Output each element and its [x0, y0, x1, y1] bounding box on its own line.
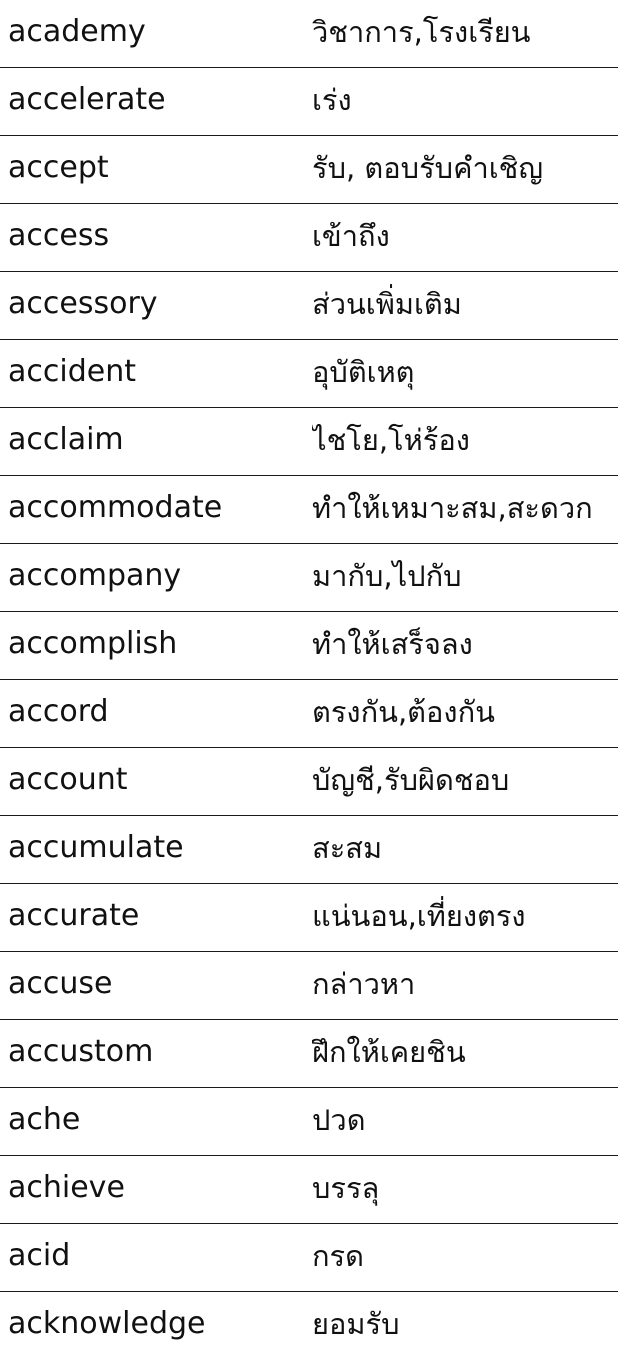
english-word: academy — [8, 14, 146, 49]
english-word: accident — [8, 354, 136, 389]
thai-meaning: ยอมรับ — [312, 1307, 400, 1341]
thai-meaning: กรด — [312, 1239, 364, 1273]
table-row: acid กรด — [0, 1224, 618, 1292]
thai-meaning: ทำให้เหมาะสม,สะดวก — [312, 491, 593, 525]
thai-meaning: รับ, ตอบรับคำเชิญ — [312, 151, 544, 185]
english-word: accord — [8, 694, 109, 729]
thai-meaning: อุบัติเหตุ — [312, 355, 415, 389]
english-word: account — [8, 762, 128, 797]
english-word: acclaim — [8, 422, 124, 457]
table-row: accomplish ทำให้เสร็จลง — [0, 612, 618, 680]
table-row: accumulate สะสม — [0, 816, 618, 884]
thai-meaning: บรรลุ — [312, 1171, 380, 1205]
english-word: accessory — [8, 286, 158, 321]
table-row: accustom ฝึกให้เคยชิน — [0, 1020, 618, 1088]
thai-meaning: ทำให้เสร็จลง — [312, 627, 473, 661]
thai-meaning: ฝึกให้เคยชิน — [312, 1035, 466, 1069]
english-word: accumulate — [8, 830, 184, 865]
thai-meaning: บัญชี,รับผิดชอบ — [312, 763, 510, 797]
table-row: accompany มากับ,ไปกับ — [0, 544, 618, 612]
table-row: achieve บรรลุ — [0, 1156, 618, 1224]
thai-meaning: กล่าวหา — [312, 967, 416, 1001]
thai-meaning: ไชโย,โห่ร้อง — [312, 423, 470, 457]
table-row: academy วิชาการ,โรงเรียน — [0, 0, 618, 68]
english-word: accommodate — [8, 490, 223, 525]
english-word: accomplish — [8, 626, 178, 661]
english-word: accurate — [8, 898, 140, 933]
thai-meaning: มากับ,ไปกับ — [312, 559, 462, 593]
english-word: accelerate — [8, 82, 166, 117]
table-row: accord ตรงกัน,ต้องกัน — [0, 680, 618, 748]
english-word: access — [8, 218, 110, 253]
english-word: accompany — [8, 558, 182, 593]
english-word: acid — [8, 1238, 71, 1273]
english-word: ache — [8, 1102, 81, 1137]
table-row: accident อุบัติเหตุ — [0, 340, 618, 408]
english-word: accuse — [8, 966, 113, 1001]
thai-meaning: ตรงกัน,ต้องกัน — [312, 695, 495, 729]
thai-meaning: สะสม — [312, 831, 383, 865]
table-row: accommodate ทำให้เหมาะสม,สะดวก — [0, 476, 618, 544]
thai-meaning: เร่ง — [312, 83, 352, 117]
thai-meaning: แน่นอน,เที่ยงตรง — [312, 899, 526, 933]
table-row: acknowledge ยอมรับ — [0, 1292, 618, 1360]
table-row: accurate แน่นอน,เที่ยงตรง — [0, 884, 618, 952]
thai-meaning: ปวด — [312, 1103, 366, 1137]
table-row: accelerate เร่ง — [0, 68, 618, 136]
table-row: access เข้าถึง — [0, 204, 618, 272]
table-row: accuse กล่าวหา — [0, 952, 618, 1020]
thai-meaning: เข้าถึง — [312, 219, 390, 253]
thai-meaning: วิชาการ,โรงเรียน — [312, 15, 531, 49]
table-row: accept รับ, ตอบรับคำเชิญ — [0, 136, 618, 204]
english-word: accept — [8, 150, 109, 185]
table-row: ache ปวด — [0, 1088, 618, 1156]
table-row: accessory ส่วนเพิ่มเติม — [0, 272, 618, 340]
table-row: acclaim ไชโย,โห่ร้อง — [0, 408, 618, 476]
english-word: accustom — [8, 1034, 154, 1069]
english-word: acknowledge — [8, 1306, 206, 1341]
vocabulary-table: academy วิชาการ,โรงเรียน accelerate เร่ง… — [0, 0, 618, 1360]
table-row: account บัญชี,รับผิดชอบ — [0, 748, 618, 816]
english-word: achieve — [8, 1170, 125, 1205]
thai-meaning: ส่วนเพิ่มเติม — [312, 287, 462, 321]
